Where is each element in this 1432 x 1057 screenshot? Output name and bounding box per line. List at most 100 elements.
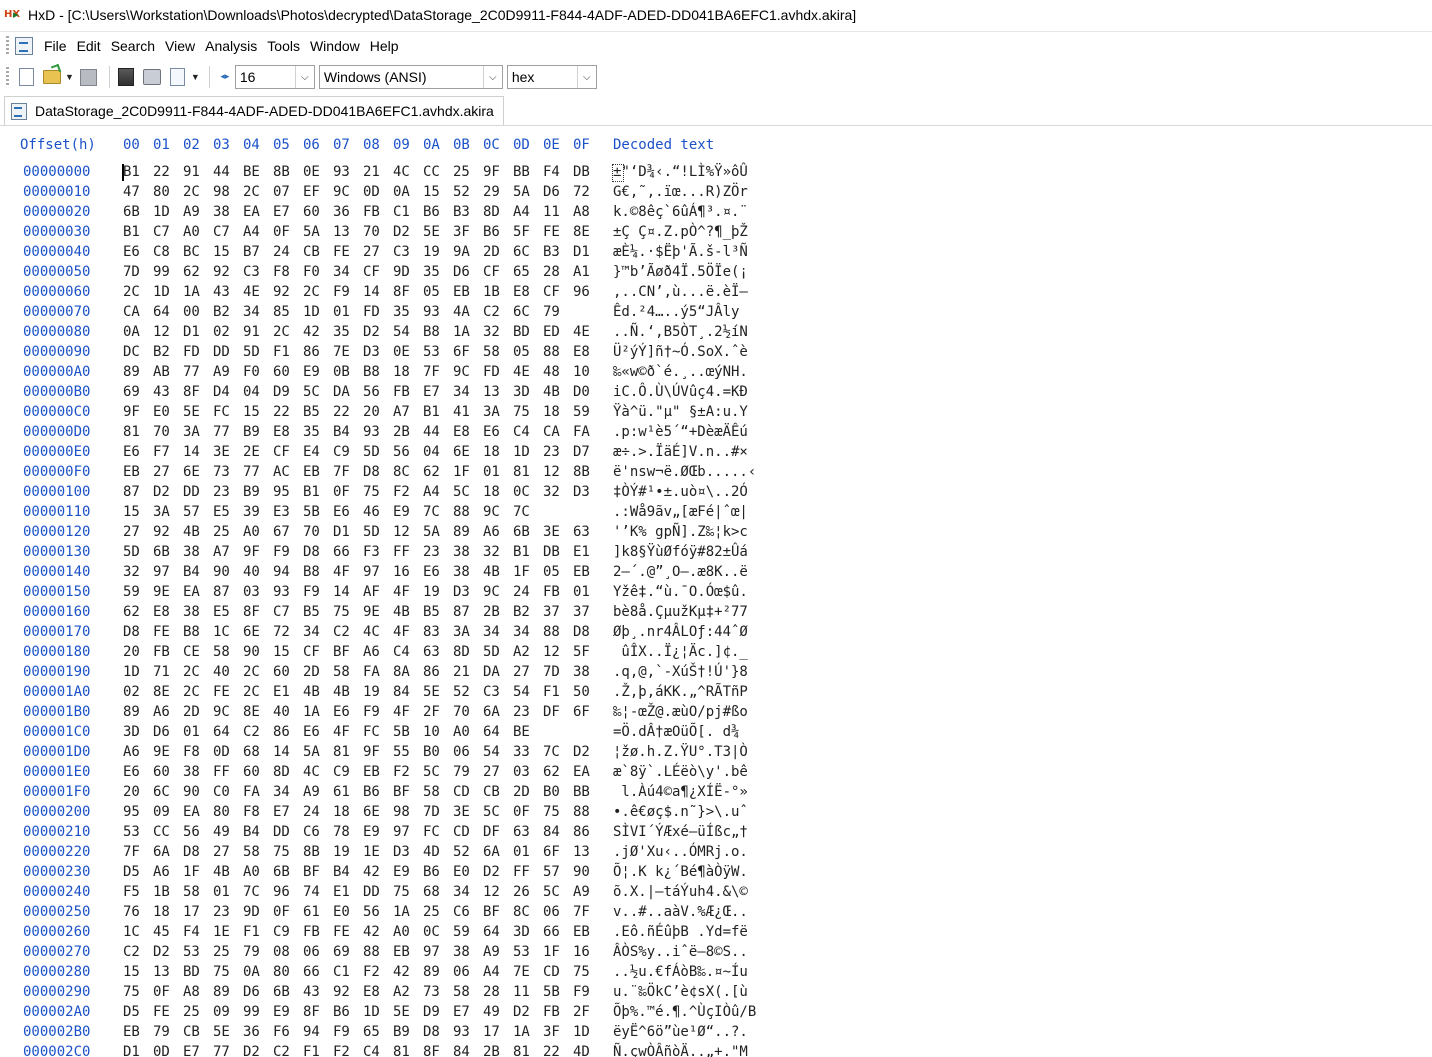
hex-byte[interactable]: 42 [393, 964, 410, 980]
hex-byte[interactable]: F9 [573, 984, 590, 1000]
hex-byte[interactable]: F3 [363, 544, 380, 560]
hex-byte[interactable]: 4F [393, 704, 410, 720]
hex-byte[interactable]: E8 [513, 284, 530, 300]
hex-byte[interactable]: 59 [573, 404, 590, 420]
hex-byte[interactable]: DB [573, 164, 590, 180]
decoded-text[interactable]: ë'nsw¬ë.ØŒb.....‹ [613, 464, 756, 480]
decoded-text[interactable]: ‡ÒÝ#¹•±.uò¤\..2Ó [613, 484, 748, 500]
hex-byte[interactable]: BE [243, 164, 260, 180]
hex-byte[interactable]: 66 [543, 924, 560, 940]
hex-byte[interactable]: 3E [213, 444, 230, 460]
hex-byte[interactable]: 83 [423, 624, 440, 640]
hex-byte[interactable]: 7F [123, 844, 140, 860]
hex-byte[interactable]: FB [303, 924, 320, 940]
hex-byte[interactable]: 15 [123, 964, 140, 980]
hex-byte[interactable]: 01 [573, 584, 590, 600]
hex-byte[interactable]: B1 [513, 544, 530, 560]
hex-byte[interactable]: 9F [243, 544, 260, 560]
hex-byte[interactable]: DD [183, 484, 200, 500]
hex-byte[interactable]: 26 [513, 884, 530, 900]
hex-byte[interactable]: FC [363, 724, 380, 740]
hex-byte[interactable]: 8E [243, 704, 260, 720]
hex-byte[interactable]: 79 [453, 764, 470, 780]
hex-byte[interactable]: 81 [513, 464, 530, 480]
hex-byte[interactable]: A0 [243, 864, 260, 880]
hex-byte[interactable]: 34 [303, 624, 320, 640]
hex-byte[interactable]: 4F [393, 624, 410, 640]
hex-byte[interactable]: EA [183, 804, 200, 820]
decoded-text[interactable]: æ`8ÿ`.LÉëò\y'.bê [613, 764, 748, 780]
hex-byte[interactable]: 34 [453, 384, 470, 400]
hex-byte[interactable]: 0C [513, 484, 530, 500]
hex-byte[interactable]: 9C [333, 184, 350, 200]
hex-byte[interactable]: 11 [543, 204, 560, 220]
hex-byte[interactable]: 01 [513, 844, 530, 860]
hex-byte[interactable]: 2C [273, 324, 290, 340]
hex-byte[interactable]: 13 [153, 964, 170, 980]
hex-byte[interactable]: 75 [393, 884, 410, 900]
hex-byte[interactable]: 7D [123, 264, 140, 280]
hex-byte[interactable]: 21 [453, 664, 470, 680]
hex-byte[interactable]: 9C [453, 364, 470, 380]
hex-byte[interactable]: 94 [273, 564, 290, 580]
hex-byte[interactable]: D2 [513, 1004, 530, 1020]
hex-byte[interactable]: 77 [243, 464, 260, 480]
hex-byte[interactable]: D2 [153, 944, 170, 960]
hex-byte[interactable]: FF [213, 764, 230, 780]
hex-byte[interactable]: EA [573, 764, 590, 780]
hex-byte[interactable]: BB [513, 164, 530, 180]
hex-byte[interactable]: 35 [393, 304, 410, 320]
hex-byte[interactable]: 23 [543, 444, 560, 460]
hex-byte[interactable]: BD [513, 324, 530, 340]
hex-byte[interactable]: 1D [303, 304, 320, 320]
hex-byte[interactable]: C6 [303, 824, 320, 840]
hex-byte[interactable]: D6 [243, 984, 260, 1000]
hex-byte[interactable]: 22 [333, 404, 350, 420]
hex-byte[interactable]: D8 [363, 464, 380, 480]
hex-byte[interactable]: 32 [483, 324, 500, 340]
hex-byte[interactable]: 2F [573, 1004, 590, 1020]
hex-byte[interactable]: DF [483, 824, 500, 840]
hex-byte[interactable]: 7D [543, 664, 560, 680]
hex-byte[interactable]: 15 [273, 644, 290, 660]
hex-byte[interactable]: 47 [123, 184, 140, 200]
hex-byte[interactable]: 8F [423, 1044, 440, 1057]
hex-byte[interactable]: 3E [543, 524, 560, 540]
charset-select[interactable]: Windows (ANSI) ⌵ [318, 65, 503, 89]
open-dropdown-chevron-icon[interactable]: ▼ [65, 72, 74, 82]
hex-byte[interactable]: 4E [573, 324, 590, 340]
hex-byte[interactable]: B1 [123, 164, 140, 180]
hex-byte[interactable]: 5D [243, 344, 260, 360]
decoded-text[interactable]: Ÿà^ü."µ" §±A:u.Y [613, 404, 748, 420]
hex-byte[interactable]: A2 [513, 644, 530, 660]
hex-byte[interactable]: 86 [573, 824, 590, 840]
hex-byte[interactable]: A7 [213, 544, 230, 560]
hex-byte[interactable]: 20 [123, 784, 140, 800]
hex-byte[interactable]: CA [123, 304, 140, 320]
hex-byte[interactable]: B8 [303, 564, 320, 580]
hex-byte[interactable]: 34 [513, 624, 530, 640]
hex-byte[interactable]: 1D [153, 284, 170, 300]
hex-byte[interactable]: 6E [363, 804, 380, 820]
hex-byte[interactable]: BE [513, 724, 530, 740]
hex-byte[interactable]: C3 [393, 244, 410, 260]
hex-byte[interactable]: 35 [303, 424, 320, 440]
hex-byte[interactable]: 18 [393, 364, 410, 380]
hex-byte[interactable]: 96 [273, 884, 290, 900]
hex-byte[interactable]: 5B [303, 504, 320, 520]
offset-base-select[interactable]: hex ⌵ [506, 65, 597, 89]
hex-byte[interactable]: F4 [543, 164, 560, 180]
hex-byte[interactable]: 14 [333, 584, 350, 600]
hex-byte[interactable]: C1 [333, 964, 350, 980]
hex-byte[interactable]: 5A [423, 524, 440, 540]
hex-byte[interactable]: A4 [513, 204, 530, 220]
hex-byte[interactable]: A6 [153, 864, 170, 880]
decoded-text[interactable]: ‰«w©ð`é.¸..œýNH. [613, 364, 748, 380]
hex-byte[interactable]: 34 [333, 264, 350, 280]
hex-byte[interactable]: 17 [183, 904, 200, 920]
hex-byte[interactable]: B2 [153, 344, 170, 360]
hex-byte[interactable]: 44 [213, 164, 230, 180]
hex-byte[interactable]: 98 [213, 184, 230, 200]
hex-byte[interactable]: 5D [123, 544, 140, 560]
hex-byte[interactable]: 25 [423, 904, 440, 920]
